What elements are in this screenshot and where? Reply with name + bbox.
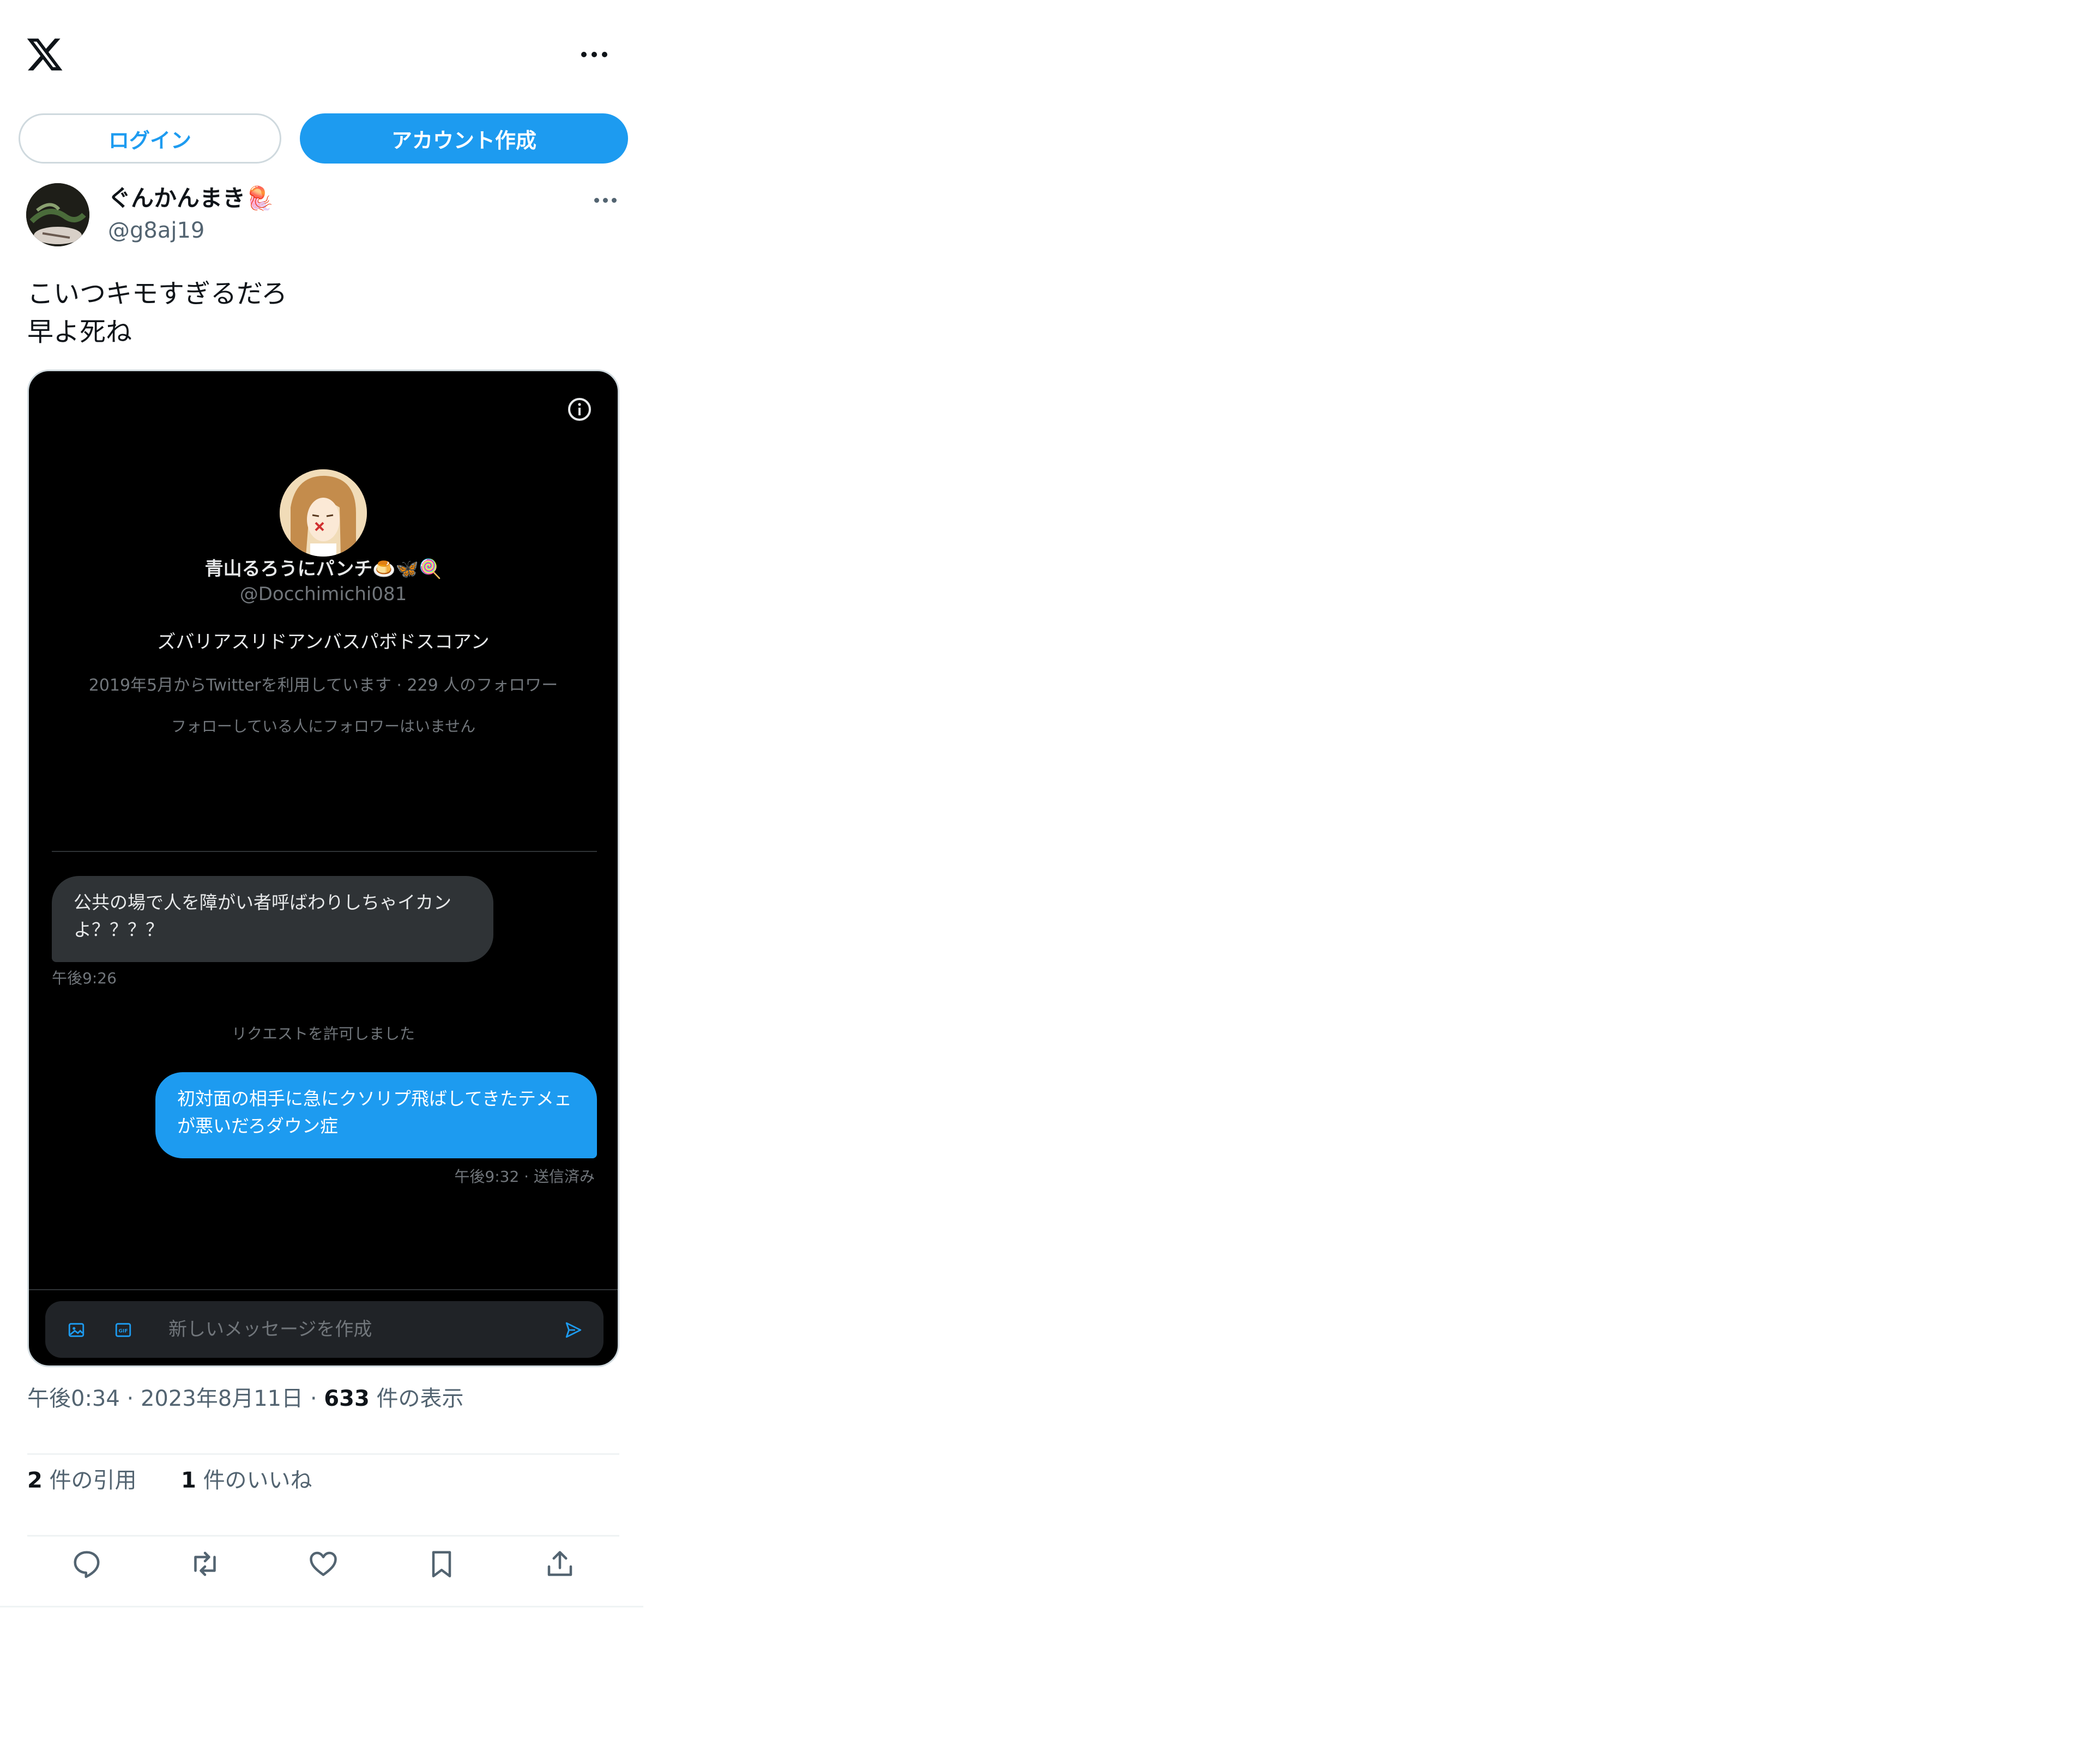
dm-profile-mutuals: フォローしている人にフォロワーはいません [171, 717, 476, 735]
tweet-page: ログイン アカウント作成 ぐんかんまき🪼 @g8aj19 こいつキモすぎるだろ … [0, 0, 643, 1607]
dm-compose-divider [29, 1289, 618, 1290]
author-avatar[interactable] [26, 183, 89, 246]
dm-profile-avatar [280, 469, 367, 557]
likes-label: 件のいいね [203, 1468, 312, 1493]
reply-icon[interactable] [69, 1546, 104, 1581]
login-button[interactable]: ログイン [19, 113, 281, 164]
quotes-link[interactable]: 2 件の引用 [27, 1468, 137, 1493]
dm-profile-meta: 2019年5月からTwitterを利用しています · 229 人のフォロワー [88, 676, 558, 695]
dm-message-time: 午後9:26 [52, 969, 117, 987]
author-display-name[interactable]: ぐんかんまき🪼 [108, 183, 274, 214]
divider [27, 1535, 619, 1537]
tweet-date[interactable]: 2023年8月11日 [141, 1386, 303, 1411]
tweet-time[interactable]: 午後0:34 [27, 1386, 120, 1411]
bookmark-icon[interactable] [424, 1546, 459, 1581]
views-label: 件の表示 [376, 1386, 464, 1411]
retweet-icon[interactable] [188, 1546, 222, 1581]
send-icon [565, 1322, 582, 1338]
dm-divider [52, 851, 597, 852]
quotes-count: 2 [27, 1468, 43, 1493]
tweet-timestamp: 午後0:34 · 2023年8月11日 · 633 件の表示 [27, 1386, 464, 1411]
share-icon[interactable] [542, 1546, 577, 1581]
tweet-action-bar [27, 1545, 619, 1583]
dm-message-sent: 初対面の相手に急にクソリプ飛ばしてきたテメェが悪いだろダウン症 [155, 1072, 597, 1158]
likes-link[interactable]: 1 件のいいね [181, 1468, 312, 1493]
dm-profile-handle: @Docchimichi081 [239, 583, 407, 605]
more-horizontal-icon[interactable] [579, 45, 610, 64]
dm-message-time: 午後9:32 · 送信済み [454, 1168, 595, 1186]
dm-compose-bar: GIF 新しいメッセージを作成 [45, 1301, 604, 1358]
quotes-label: 件の引用 [49, 1468, 137, 1493]
dm-system-message: リクエストを許可しました [231, 1025, 415, 1043]
author-handle[interactable]: @g8aj19 [108, 216, 204, 245]
tweet-text-line: こいつキモすぎるだろ [27, 279, 288, 309]
svg-text:GIF: GIF [118, 1328, 128, 1334]
dm-message-received: 公共の場で人を障がい者呼ばわりしちゃイカンよ？？？？ [52, 876, 493, 962]
tweet-text: こいつキモすぎるだろ 早よ死ね [27, 275, 287, 351]
dm-profile-name: 青山るろうにパンチ🍮🦋🍭 [204, 558, 442, 580]
x-logo-icon[interactable] [25, 35, 64, 74]
like-icon[interactable] [306, 1546, 341, 1581]
dm-profile-bio: ズバリアスリドアンバスパボドスコアン [157, 631, 490, 653]
dm-compose-placeholder: 新しいメッセージを作成 [168, 1319, 372, 1340]
views-count: 633 [324, 1386, 370, 1411]
image-icon [68, 1323, 85, 1337]
divider [27, 1453, 619, 1455]
gif-icon: GIF [115, 1323, 131, 1337]
signup-button[interactable]: アカウント作成 [300, 113, 628, 164]
engagement-counts: 2 件の引用 1 件のいいね [27, 1464, 312, 1497]
info-icon [568, 398, 591, 421]
likes-count: 1 [181, 1468, 196, 1493]
tweet-more-icon[interactable] [592, 192, 618, 208]
tweet-text-line: 早よ死ね [27, 317, 132, 347]
tweet-media-image[interactable]: 青山るろうにパンチ🍮🦋🍭 @Docchimichi081 ズバリアスリドアンバス… [27, 370, 619, 1367]
